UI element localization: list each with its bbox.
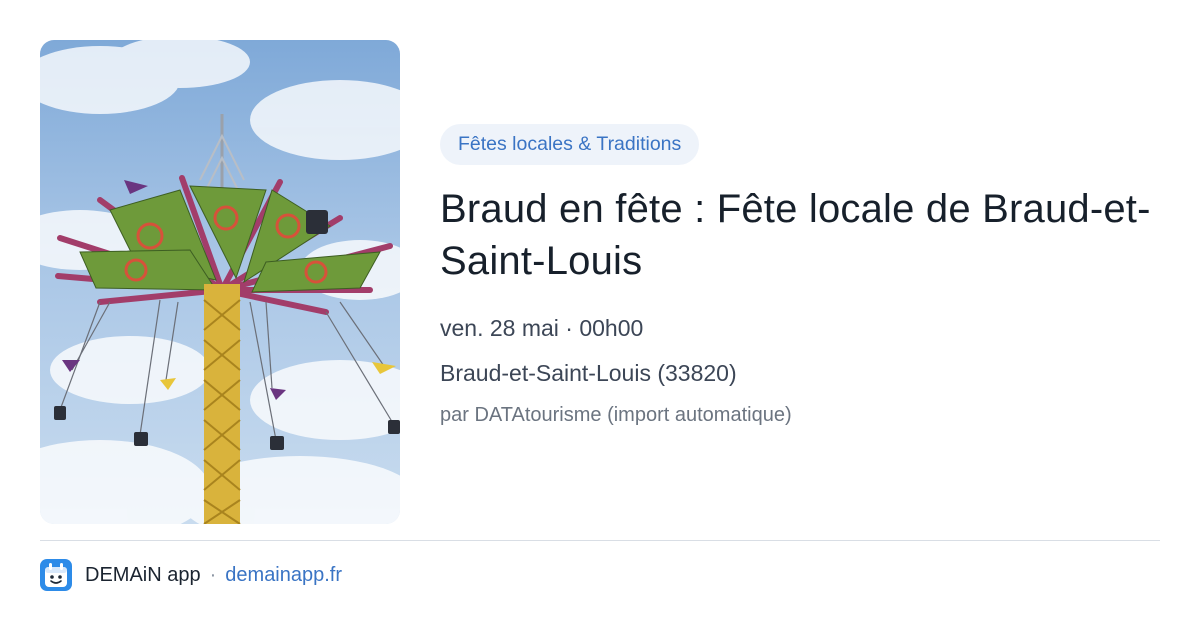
footer-divider: [40, 540, 1160, 541]
app-name: DEMAiN app: [85, 563, 201, 586]
app-url-link[interactable]: demainapp.fr: [225, 564, 342, 587]
event-date: ven. 28 mai · 00h00: [440, 315, 644, 341]
footer: DEMAiN app · demainapp.fr: [40, 558, 342, 592]
demain-app-logo-icon: [40, 559, 72, 591]
footer-separator: ·: [209, 563, 217, 586]
event-title: Braud en fête : Fête locale de Braud-et-…: [440, 187, 1151, 283]
event-photo: [40, 40, 400, 524]
category-badge[interactable]: Fêtes locales & Traditions: [440, 124, 700, 165]
swing-ride-image: [40, 40, 400, 524]
event-source: par DATAtourisme (import automatique): [440, 404, 792, 426]
event-location: Braud-et-Saint-Louis (33820): [440, 360, 737, 386]
